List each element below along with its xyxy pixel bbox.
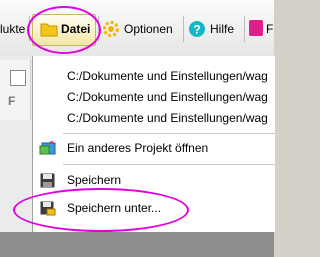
save-label: Speichern [67,173,122,187]
side-panel: F [0,60,31,120]
help-icon: ? [189,21,205,37]
gear-icon [103,21,119,37]
recent-file-item[interactable]: C:/Dokumente und Einstellungen/wag [33,66,275,86]
open-other-project-item[interactable]: Ein anderes Projekt öffnen [33,138,275,158]
menu-item-produkte-label: lukte [0,22,26,36]
recent-file-item[interactable]: C:/Dokumente und Einstellungen/wag [33,108,275,128]
menu-separator [244,16,245,42]
save-item[interactable]: Speichern [33,170,275,190]
document-icon [10,70,26,86]
side-panel-letter: F [8,94,16,108]
save-icon [40,173,55,188]
svg-text:?: ? [193,23,200,37]
menu-item-optionen[interactable]: Optionen [124,20,173,38]
plugin-icon [249,20,263,36]
recent-file-item[interactable]: C:/Dokumente und Einstellungen/wag [33,87,275,107]
open-other-project-label: Ein anderes Projekt öffnen [67,141,209,155]
menu-item-cut-off[interactable]: F [266,20,273,38]
menu-separator [183,16,184,42]
highlight-ellipse-save-as [13,188,189,232]
recent-file-path: C:/Dokumente und Einstellungen/wag [67,69,268,83]
menu-divider [63,164,275,165]
open-project-icon [39,141,56,155]
highlight-ellipse-datei [27,6,101,54]
menu-item-produkte[interactable]: lukte [0,20,25,38]
menu-item-optionen-label: Optionen [124,22,173,36]
menu-item-hilfe-label: Hilfe [210,22,235,36]
recent-file-path: C:/Dokumente und Einstellungen/wag [67,90,268,104]
menu-item-hilfe[interactable]: Hilfe [210,20,234,38]
recent-file-path: C:/Dokumente und Einstellungen/wag [67,111,268,125]
menu-divider [63,133,275,134]
workspace-background [0,232,274,257]
menu-item-cut-off-label: F [266,22,274,36]
